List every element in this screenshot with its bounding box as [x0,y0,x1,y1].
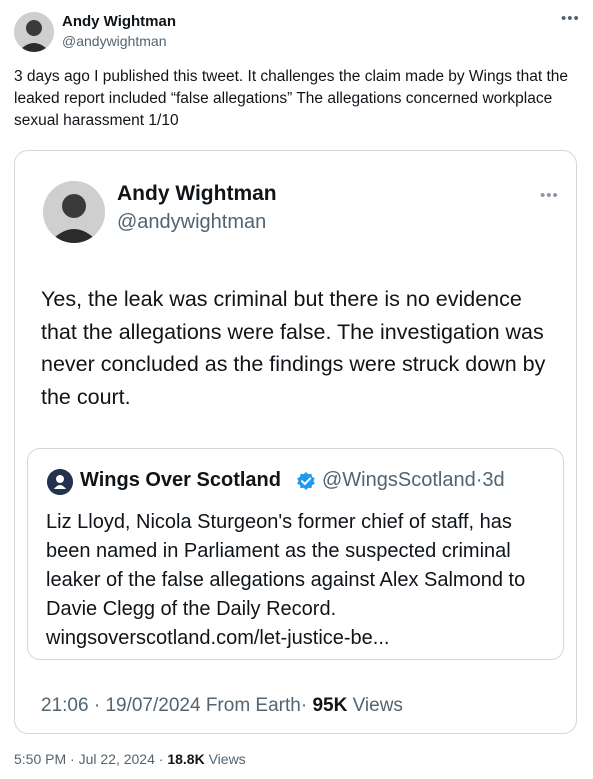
quoted-tweet-text: Liz Lloyd, Nicola Sturgeon's former chie… [46,511,526,649]
avatar-photo-icon [43,181,105,243]
tweet-date[interactable]: Jul 22, 2024 [79,751,155,767]
embedded-tweet-text: Yes, the leak was criminal but there is … [41,287,546,409]
quoted-author-name[interactable]: Wings Over Scotland [80,469,281,492]
embedded-author-handle[interactable]: @andywightman [117,211,266,234]
tweet-time[interactable]: 5:50 PM [14,751,66,767]
embedded-source: From Earth [205,695,301,716]
embedded-tweet-meta: 21:06 · 19/07/2024 From Earth· 95K Views [41,695,403,717]
embedded-more-options-icon[interactable]: ••• [540,187,559,204]
quoted-tweet[interactable]: Wings Over Scotland @WingsScotland·3d Li… [27,448,564,660]
quoted-author-meta[interactable]: @WingsScotland·3d [322,469,505,492]
author-name[interactable]: Andy Wightman [62,13,176,30]
separator-dot: · [158,751,164,767]
avatar-photo-icon [14,12,54,52]
tweet-text: 3 days ago I published this tweet. It ch… [14,68,569,129]
separator-dot: · [300,695,308,716]
tweet-footer: 5:50 PM · Jul 22, 2024 · 18.8K Views [14,751,246,767]
quoted-author-handle[interactable]: @WingsScotland [322,469,476,491]
embedded-author-avatar[interactable] [43,181,105,243]
embedded-author-name[interactable]: Andy Wightman [117,182,277,206]
embedded-tweet-card[interactable]: Andy Wightman @andywightman ••• Yes, the… [14,150,577,734]
author-handle[interactable]: @andywightman [62,33,167,49]
embedded-views-label: Views [352,695,403,716]
author-avatar[interactable] [14,12,54,52]
wings-logo-icon [47,469,73,495]
embedded-time[interactable]: 21:06 [41,695,89,716]
views-label: Views [208,751,246,767]
verified-badge-icon [296,471,316,491]
quoted-author-avatar[interactable] [47,469,73,495]
quoted-tweet-age[interactable]: 3d [482,469,504,491]
embedded-views-count[interactable]: 95K [312,695,347,716]
views-count[interactable]: 18.8K [167,751,204,767]
separator-dot: · [93,695,101,716]
embedded-date[interactable]: 19/07/2024 [105,695,200,716]
separator-dot: · [70,751,75,767]
more-options-icon[interactable]: ••• [561,10,580,27]
